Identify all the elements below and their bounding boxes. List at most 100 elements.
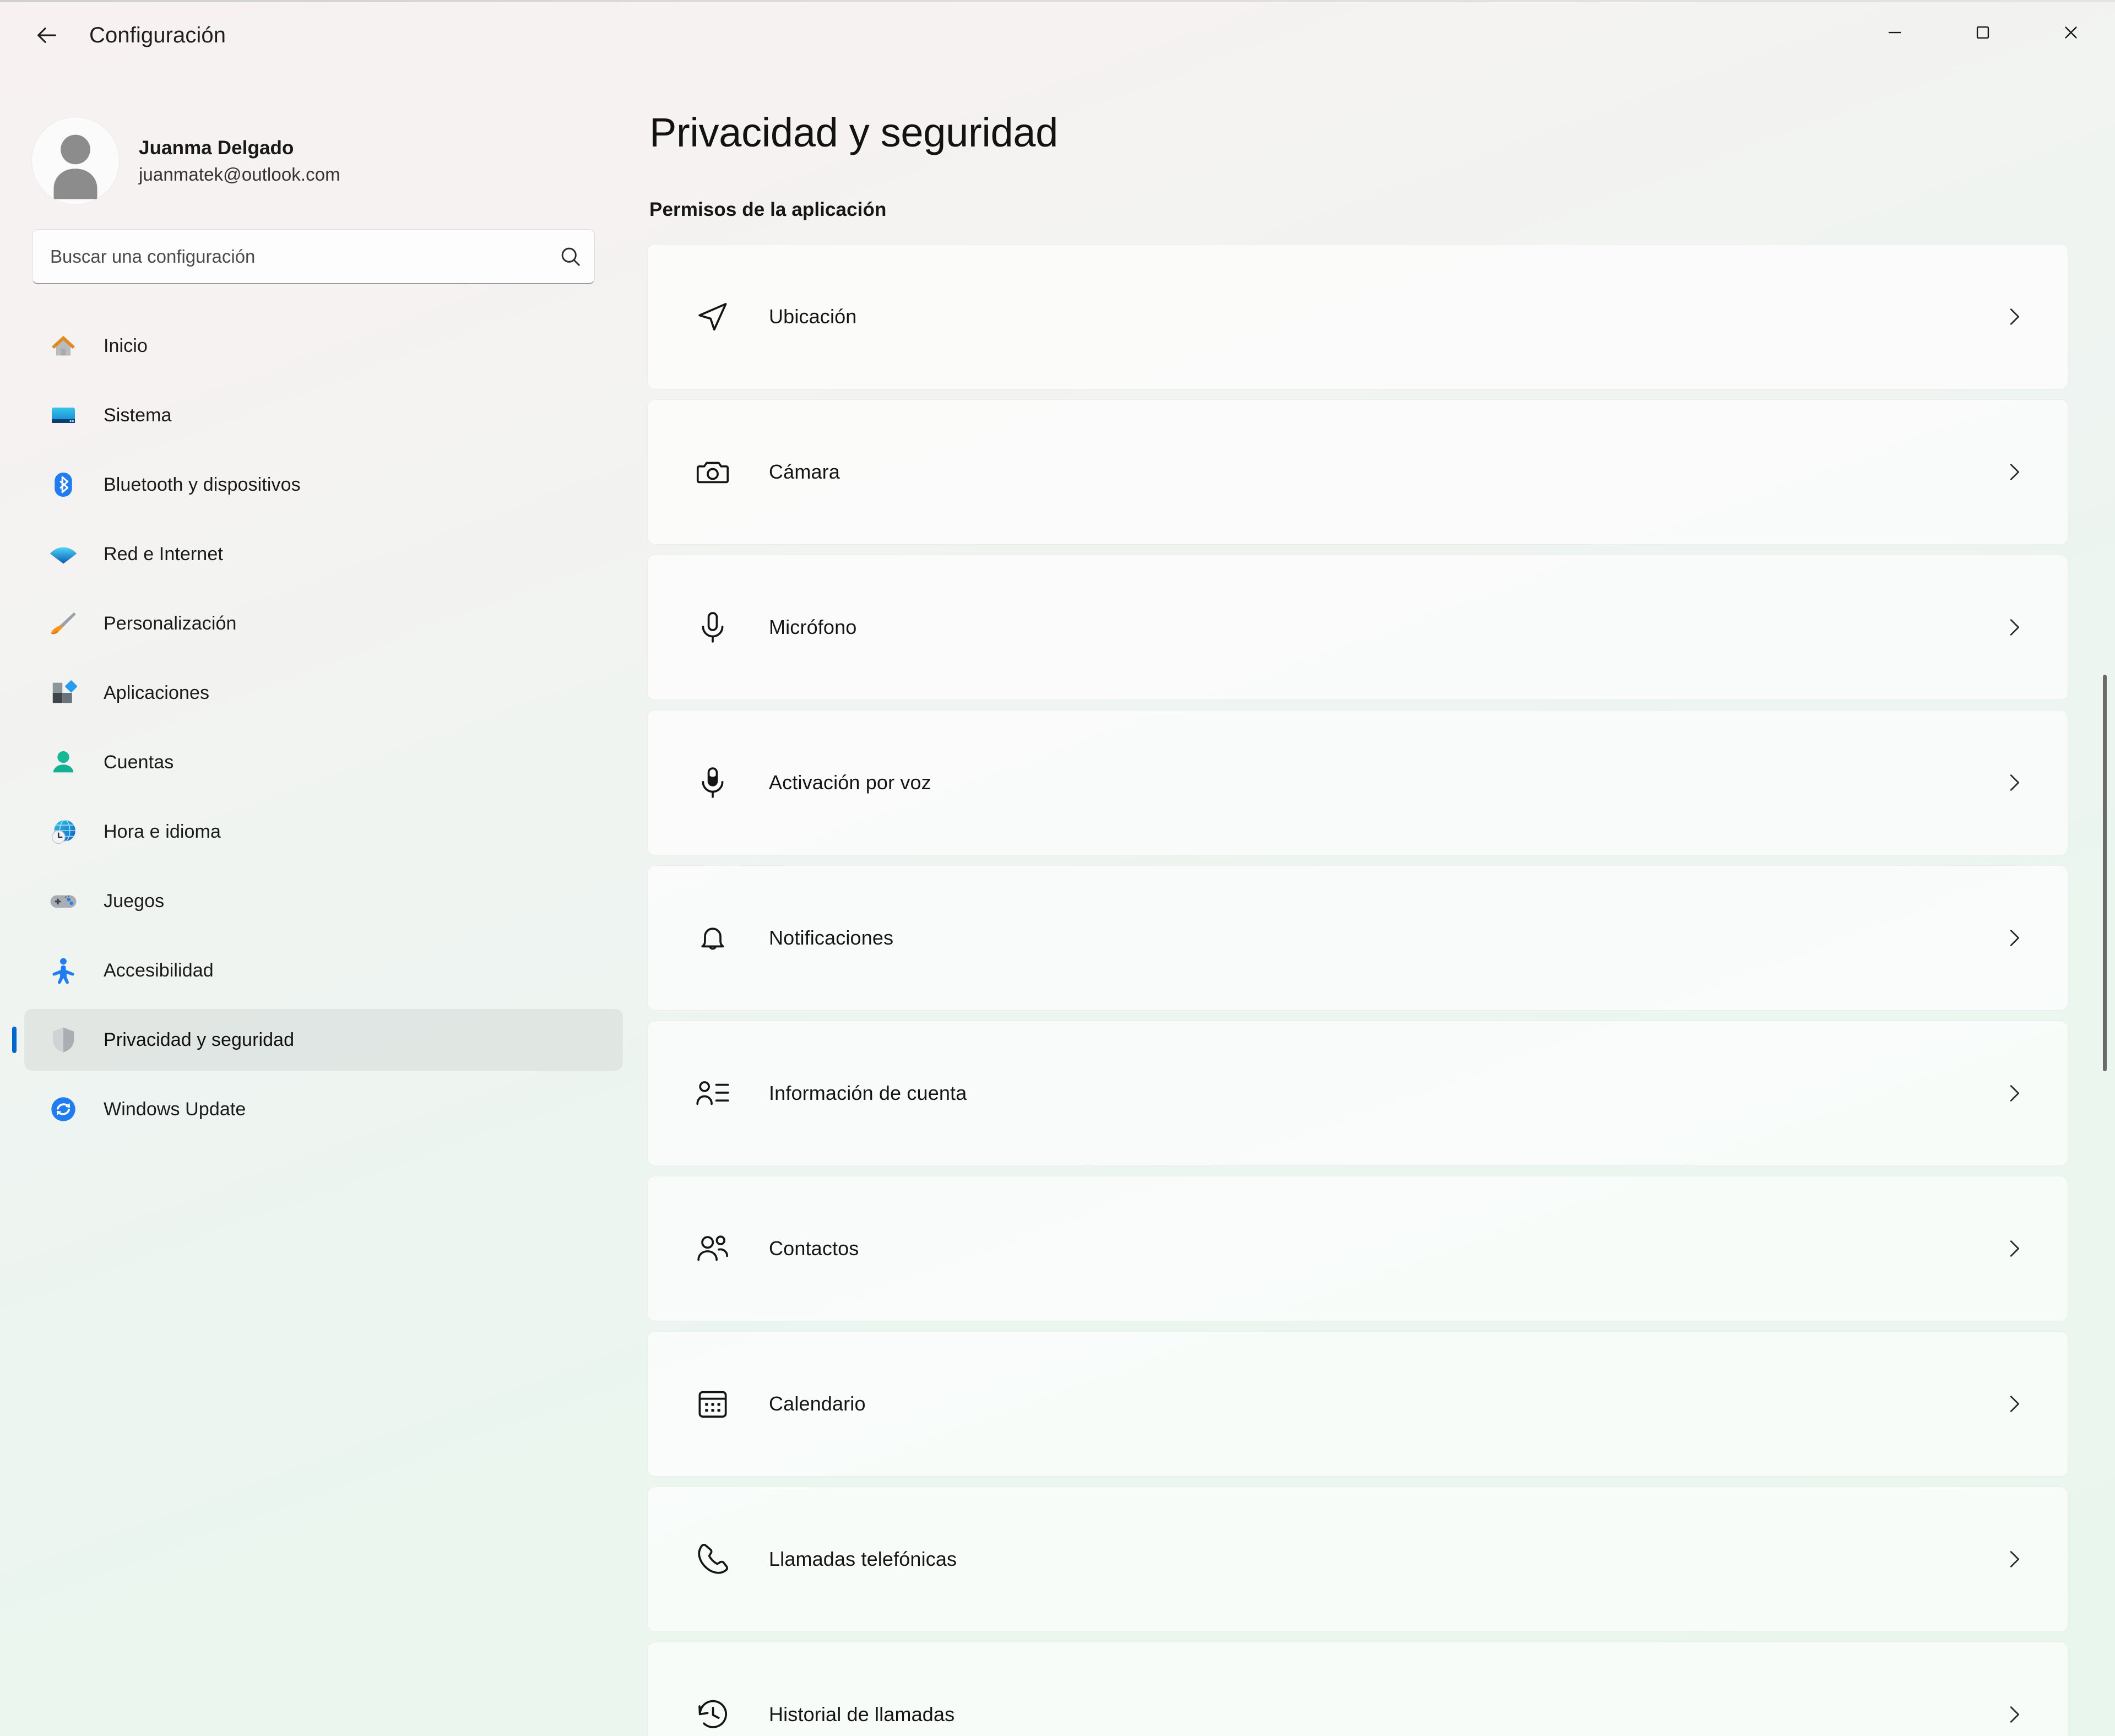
main-content: Privacidad y seguridad Permisos de la ap… xyxy=(647,70,2115,1736)
sidebar-nav: Inicio Sistema Bluetooth y dispositivos … xyxy=(0,315,647,1140)
back-button[interactable] xyxy=(23,12,70,59)
permission-card-historial-de-llamadas[interactable]: Historial de llamadas xyxy=(647,1642,2068,1736)
title-bar: Configuración xyxy=(0,0,2115,70)
search-icon[interactable] xyxy=(547,230,594,283)
title-bar-left: Configuración xyxy=(0,0,226,70)
bell-icon xyxy=(687,913,738,963)
permission-card-notificaciones[interactable]: Notificaciones xyxy=(647,865,2068,1011)
sidebar-item-accesibilidad[interactable]: Accesibilidad xyxy=(24,940,623,1001)
sidebar-item-personalizacion[interactable]: Personalización xyxy=(24,593,623,654)
sidebar-item-juegos[interactable]: Juegos xyxy=(24,870,623,932)
voice-activation-icon xyxy=(687,757,738,808)
close-icon xyxy=(2065,26,2077,39)
app-title: Configuración xyxy=(89,23,226,47)
permission-card-calendario[interactable]: Calendario xyxy=(647,1331,2068,1477)
sidebar-item-privacidad-seguridad[interactable]: Privacidad y seguridad xyxy=(24,1009,623,1071)
maximize-button[interactable] xyxy=(1939,0,2027,65)
permission-card-label: Activación por voz xyxy=(769,771,931,794)
sidebar-item-sistema[interactable]: Sistema xyxy=(24,384,623,446)
permission-card-label: Contactos xyxy=(769,1237,859,1260)
account-email: juanmatek@outlook.com xyxy=(139,164,340,185)
chevron-right-icon xyxy=(1994,1384,2033,1424)
chevron-right-icon xyxy=(1994,607,2033,647)
permission-card-activacion-por-voz[interactable]: Activación por voz xyxy=(647,710,2068,855)
section-title: Permisos de la aplicación xyxy=(649,199,887,220)
scrollbar-thumb[interactable] xyxy=(2103,675,2107,1071)
sidebar-item-cuentas[interactable]: Cuentas xyxy=(24,731,623,793)
sidebar-item-label: Privacidad y seguridad xyxy=(104,1029,295,1050)
permission-card-list: Ubicación Cámara Micrófono Activación po… xyxy=(647,244,2115,1736)
page-title: Privacidad y seguridad xyxy=(649,110,1059,155)
sidebar-item-label: Aplicaciones xyxy=(104,682,210,703)
permission-card-label: Llamadas telefónicas xyxy=(769,1548,957,1570)
permission-card-label: Historial de llamadas xyxy=(769,1703,955,1726)
calendar-icon xyxy=(687,1379,738,1429)
sidebar-item-hora-idioma[interactable]: Hora e idioma xyxy=(24,801,623,862)
chevron-right-icon xyxy=(1994,452,2033,492)
sidebar-item-inicio[interactable]: Inicio xyxy=(24,315,623,377)
microphone-icon xyxy=(687,602,738,653)
chevron-right-icon xyxy=(1994,1539,2033,1579)
chevron-right-icon xyxy=(1994,1229,2033,1268)
paintbrush-icon xyxy=(46,606,80,641)
minimize-button[interactable] xyxy=(1851,0,1939,65)
sidebar-item-label: Sistema xyxy=(104,404,172,426)
sidebar-item-bluetooth[interactable]: Bluetooth y dispositivos xyxy=(24,454,623,516)
permission-card-informacion-de-cuenta[interactable]: Información de cuenta xyxy=(647,1021,2068,1166)
account-name: Juanma Delgado xyxy=(139,137,294,159)
search-box[interactable] xyxy=(32,229,595,284)
permission-card-label: Notificaciones xyxy=(769,926,894,949)
home-icon xyxy=(46,329,80,363)
search-input[interactable] xyxy=(32,230,547,283)
permission-card-label: Micrófono xyxy=(769,616,857,638)
gamepad-icon xyxy=(46,884,80,918)
system-icon xyxy=(46,398,80,432)
permission-card-llamadas-telefonicas[interactable]: Llamadas telefónicas xyxy=(647,1487,2068,1632)
close-button[interactable] xyxy=(2027,0,2115,65)
back-arrow-icon xyxy=(37,28,56,43)
permission-card-microfono[interactable]: Micrófono xyxy=(647,555,2068,700)
clock-globe-icon xyxy=(46,815,80,849)
permission-card-label: Cámara xyxy=(769,460,840,483)
vertical-scrollbar[interactable] xyxy=(2094,70,2115,1736)
accessibility-icon xyxy=(46,953,80,988)
permission-card-ubicacion[interactable]: Ubicación xyxy=(647,244,2068,389)
account-icon xyxy=(46,745,80,779)
account-info-icon xyxy=(687,1068,738,1119)
sidebar-item-red-internet[interactable]: Red e Internet xyxy=(24,523,623,585)
camera-icon xyxy=(687,447,738,497)
location-arrow-icon xyxy=(687,291,738,342)
account-block[interactable]: Juanma Delgado juanmatek@outlook.com xyxy=(0,70,647,208)
sidebar-item-label: Hora e idioma xyxy=(104,821,221,842)
chevron-right-icon xyxy=(1994,297,2033,337)
chevron-right-icon xyxy=(1994,763,2033,802)
magnifier-glyph xyxy=(561,247,580,266)
window-controls xyxy=(1851,0,2115,65)
sidebar-item-aplicaciones[interactable]: Aplicaciones xyxy=(24,662,623,724)
chevron-right-icon xyxy=(1994,1073,2033,1113)
permission-card-contactos[interactable]: Contactos xyxy=(647,1176,2068,1321)
sidebar-item-label: Red e Internet xyxy=(104,543,223,565)
account-text: Juanma Delgado juanmatek@outlook.com xyxy=(139,137,340,185)
shield-icon xyxy=(46,1023,80,1057)
window-top-edge xyxy=(0,0,2115,2)
sidebar-item-label: Windows Update xyxy=(104,1098,246,1120)
avatar-person-icon xyxy=(53,134,97,199)
apps-icon xyxy=(46,676,80,710)
sidebar-item-label: Personalización xyxy=(104,612,237,634)
sidebar-item-label: Cuentas xyxy=(104,751,174,773)
permission-card-label: Información de cuenta xyxy=(769,1082,967,1104)
permission-card-camara[interactable]: Cámara xyxy=(647,399,2068,545)
call-history-icon xyxy=(687,1689,738,1736)
avatar xyxy=(32,117,119,204)
phone-icon xyxy=(687,1534,738,1585)
sidebar-item-windows-update[interactable]: Windows Update xyxy=(24,1078,623,1140)
chevron-right-icon xyxy=(1994,1695,2033,1734)
sidebar-item-label: Accesibilidad xyxy=(104,959,214,981)
sidebar: Juanma Delgado juanmatek@outlook.com Bus… xyxy=(0,70,647,1736)
bluetooth-icon xyxy=(46,468,80,502)
permission-card-label: Ubicación xyxy=(769,305,857,328)
update-icon xyxy=(46,1092,80,1126)
maximize-icon xyxy=(1976,26,1989,39)
wifi-icon xyxy=(46,537,80,571)
